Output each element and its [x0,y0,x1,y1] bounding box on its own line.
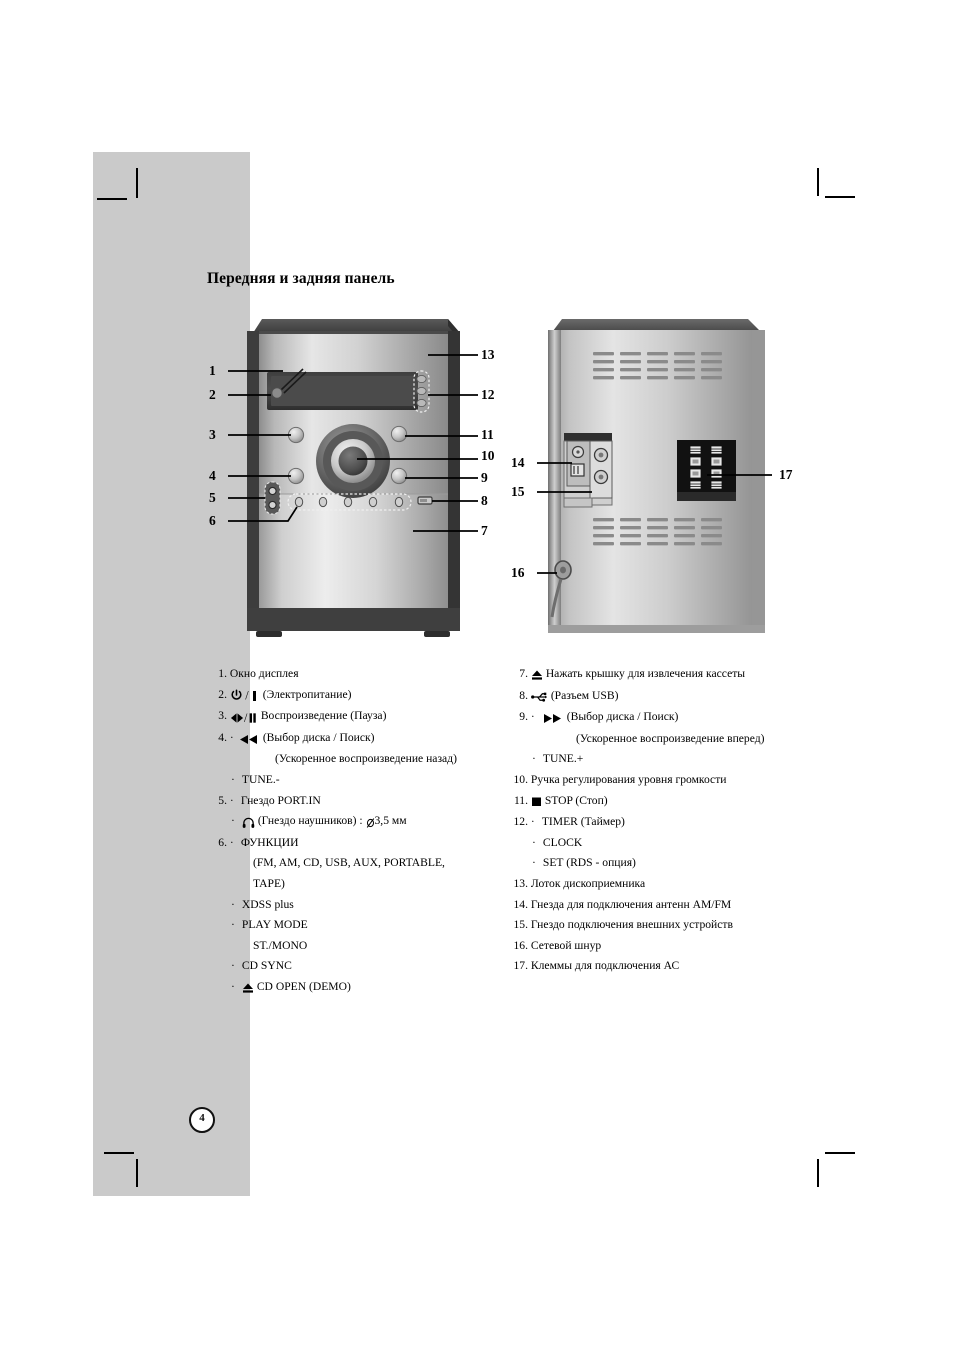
vent-grille-bottom [593,518,722,546]
page-number: 4 [189,1107,215,1133]
list-item: 15. Гнездо подключения внешних устройств [513,918,733,932]
callout-6: 6 [209,513,216,528]
volume-knob [316,424,390,498]
crop-mark-bottom-left-h [104,1152,134,1154]
list-item: 3. / Воспроизведение (Пауза) [207,706,507,728]
left-parts-list: 1. Окно дисплея 2. / (Электропитание) 3.… [207,664,507,999]
crop-mark-top-left-v [136,168,138,198]
list-item: · CLOCK [532,835,583,849]
list-item: · SET (RDS - опция) [532,856,636,870]
list-item: · CD SYNC [231,959,292,973]
callout-8: 8 [481,493,488,508]
callout-14: 14 [511,455,525,470]
list-item: · CD OPEN (DEMO) [207,977,507,999]
standby-bar-icon: / [245,686,252,707]
list-item: 1. Окно дисплея [218,667,299,680]
rewind-icon [238,729,260,750]
callout-5: 5 [209,490,216,505]
list-item: · PLAY MODE [231,918,308,932]
list-item: (Ускоренное воспроизведение назад) [275,752,457,766]
callout-11: 11 [481,427,494,442]
callout-16: 16 [511,565,525,580]
eject-icon [242,978,254,999]
stop-icon [531,792,542,813]
list-item: · XDSS plus [231,897,294,911]
power-cord [550,560,572,618]
list-item: 4. · (Выбор диска / Поиск) [207,728,507,750]
jack-panel [563,433,613,508]
crop-mark-top-right-h [825,196,855,198]
callout-7: 7 [481,523,488,538]
callout-9: 9 [481,470,488,485]
callout-12: 12 [481,387,495,402]
crop-mark-top-left-h [97,198,127,200]
skip-back-button [287,467,305,485]
list-item: 7. Нажать крышку для извлечения кассеты [508,664,828,686]
crop-mark-bottom-right-h [825,1152,855,1154]
speaker-terminals [677,440,736,501]
forward-icon [542,708,564,729]
callout-1: 1 [209,363,216,378]
list-item: 13. Лоток дископриемника [513,876,646,890]
page-title: Передняя и задняя панель [207,270,395,287]
callout-13: 13 [481,347,495,362]
list-item: (Ускоренное воспроизведение вперед) [576,731,765,745]
svg-text:/: / [244,712,248,724]
callout-17: 17 [779,467,793,482]
list-item: TAPE) [253,876,285,890]
usb-port [417,496,433,505]
list-item: 16. Сетевой шнур [513,938,602,952]
callout-10: 10 [481,448,495,463]
list-item: 10. Ручка регулирования уровня громкости [513,772,727,786]
svg-text:/: / [245,689,249,702]
list-item: 5. · Гнездо PORT.IN [218,793,321,807]
list-item: 11. STOP (Стоп) [508,791,828,813]
skip-forward-button [390,467,408,485]
callout-4: 4 [209,468,216,483]
crop-mark-bottom-left-v [136,1159,138,1187]
list-item: 12. · TIMER (Таймер) [513,815,625,829]
function-buttons [294,496,404,508]
manual-page: Передняя и задняя панель 1 2 3 4 5 6 7 8… [0,0,954,1351]
rear-panel-illustration [537,319,772,633]
list-item: (FM, AM, CD, USB, AUX, PORTABLE, [253,856,445,870]
stop-button [390,425,408,443]
play-pause-button [287,426,305,444]
antenna-terminals [566,440,591,487]
callout-2: 2 [209,387,216,402]
list-item: 2. / (Электропитание) [207,685,507,707]
eject-icon [531,665,543,686]
diameter-icon [366,812,375,833]
right-parts-list: 7. Нажать крышку для извлечения кассеты … [508,664,828,977]
callout-15: 15 [511,484,525,499]
vent-grille-top [593,352,722,380]
crop-mark-top-right-v [817,168,819,196]
power-button [271,387,283,399]
callout-3: 3 [209,427,216,442]
play-pause-icon: / [230,707,258,728]
list-item: 9. · (Выбор диска / Поиск) [508,707,828,729]
list-item: 8. (Разъем USB) [508,686,828,708]
usb-icon [531,687,548,708]
front-panel-illustration [228,319,478,637]
list-item: 14. Гнезда для подключения антенн AM/FM [513,897,732,911]
aux-input-jacks [589,440,613,499]
list-item: 17. Клеммы для подключения АС [513,959,680,973]
power-icon [230,686,243,707]
headphone-icon [242,812,255,833]
list-item: ST./MONO [253,938,308,952]
line-icon [252,686,257,707]
list-item: · TUNE.+ [532,752,584,766]
list-item: · TUNE.- [231,772,280,786]
list-item: 6. · ФУНКЦИИ [218,835,299,849]
display-window [267,372,418,410]
list-item: · (Гнездо наушников) : 3,5 мм [207,811,507,833]
crop-mark-bottom-right-v [817,1159,819,1187]
